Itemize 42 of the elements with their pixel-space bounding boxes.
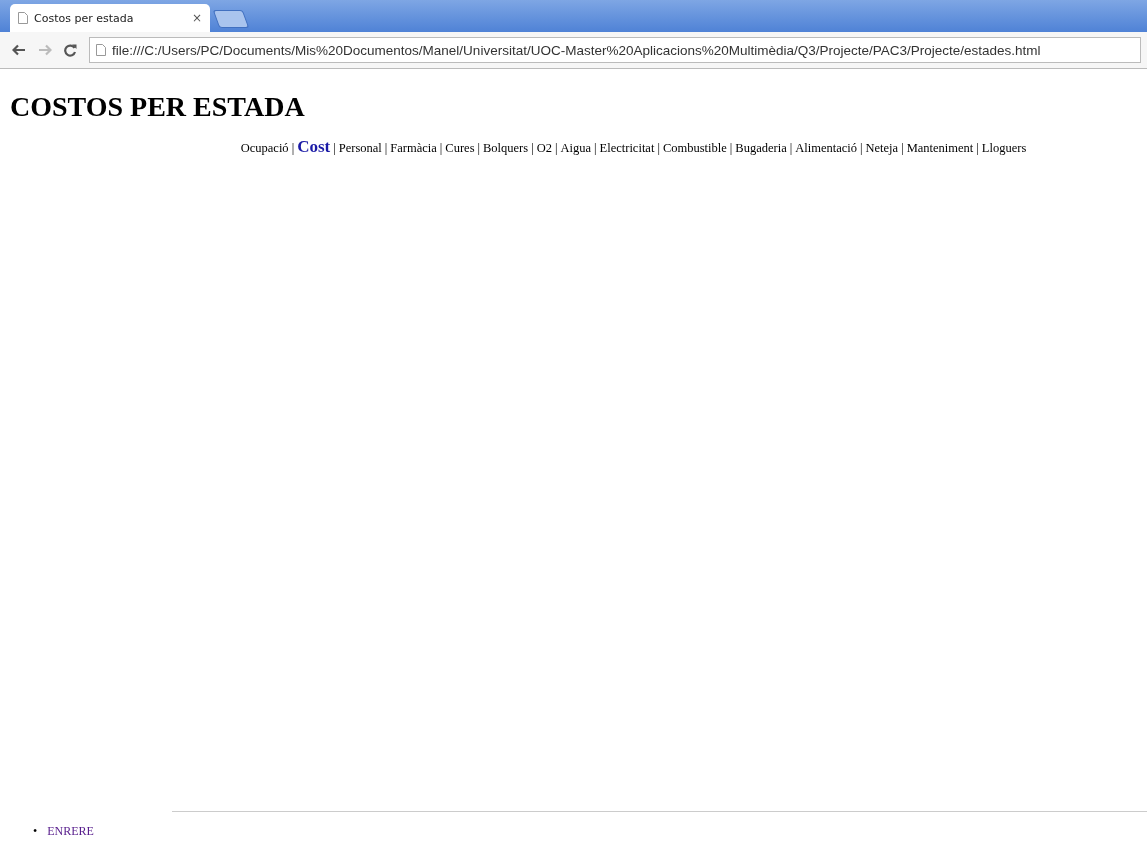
- reload-icon[interactable]: [64, 43, 77, 57]
- nav-link[interactable]: Neteja: [865, 141, 899, 156]
- page-heading: COSTOS PER ESTADA: [10, 91, 306, 123]
- separator: |: [657, 141, 660, 156]
- nav-link[interactable]: Farmàcia: [390, 141, 437, 156]
- separator: |: [333, 141, 336, 156]
- back-link[interactable]: ENRERE: [47, 824, 94, 839]
- separator: |: [477, 141, 480, 156]
- nav-link[interactable]: Cost: [297, 137, 331, 157]
- new-tab-button[interactable]: [212, 10, 250, 28]
- page-icon: [96, 44, 106, 56]
- nav-link[interactable]: Combustible: [662, 141, 727, 156]
- separator: |: [789, 141, 793, 156]
- nav-link[interactable]: O2: [536, 141, 552, 156]
- browser-tab[interactable]: Costos per estada ×: [10, 4, 210, 32]
- separator: |: [531, 141, 534, 156]
- separator: |: [594, 141, 597, 156]
- separator: |: [554, 141, 558, 156]
- separator: |: [439, 141, 443, 156]
- separator: |: [901, 141, 904, 156]
- url-text: file:///C:/Users/PC/Documents/Mis%20Documentos/Manel/Universitat/UOC-Master%20Aplicacions%20Multimèdia/Q3/Projecte/PAC3/Projecte/estades.html: [112, 42, 1041, 58]
- address-bar[interactable]: file:///C:/Users/PC/Documents/Mis%20Documentos/Manel/Universitat/UOC-Master%20Aplicacions%20Multimèdia/Q3/Projecte/PAC3/Projecte/estades.html: [89, 37, 1141, 63]
- nav-link[interactable]: Ocupació: [240, 141, 289, 156]
- tab-title: Costos per estada: [34, 11, 135, 25]
- back-icon[interactable]: [12, 44, 26, 56]
- nav-link[interactable]: Manteniment: [906, 141, 974, 156]
- nav-link[interactable]: Bugaderia: [735, 141, 787, 156]
- separator: |: [384, 141, 388, 156]
- nav-link[interactable]: Bolquers: [483, 141, 529, 156]
- page-icon: [18, 12, 28, 24]
- separator: |: [976, 141, 979, 156]
- separator: |: [291, 141, 295, 156]
- nav-link[interactable]: Electricitat: [599, 141, 655, 156]
- nav-link[interactable]: Lloguers: [981, 141, 1027, 156]
- separator: |: [729, 141, 733, 156]
- close-tab-button[interactable]: ×: [191, 11, 202, 25]
- nav-link[interactable]: Personal: [338, 141, 382, 156]
- separator: |: [860, 141, 863, 156]
- nav-link[interactable]: Cures: [445, 141, 475, 156]
- nav-link[interactable]: Alimentació: [795, 141, 857, 156]
- bullet: •: [33, 824, 38, 839]
- nav-link[interactable]: Aigua: [560, 141, 592, 156]
